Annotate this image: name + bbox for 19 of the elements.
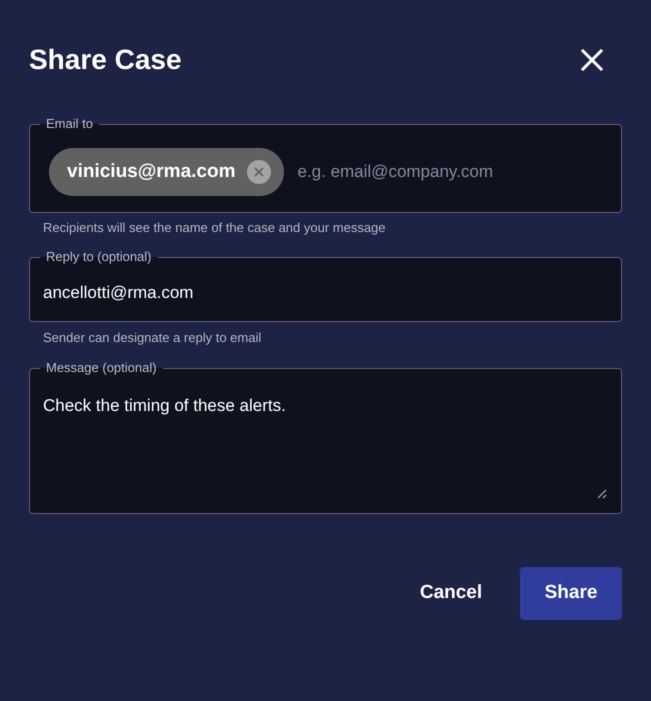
resize-handle-icon[interactable] xyxy=(597,489,607,499)
reply-to-input[interactable]: ancellotti@rma.com xyxy=(43,282,608,304)
cancel-button[interactable]: Cancel xyxy=(404,567,498,620)
reply-to-field[interactable]: Reply to (optional) ancellotti@rma.com xyxy=(29,249,622,322)
message-input[interactable]: Check the timing of these alerts. xyxy=(43,395,608,491)
dialog-title: Share Case xyxy=(29,43,182,77)
chip-label: vinicius@rma.com xyxy=(67,160,236,184)
clear-icon[interactable] xyxy=(247,160,272,184)
field-label: Reply to (optional) xyxy=(45,249,152,265)
field-label: Message (optional) xyxy=(45,360,158,376)
email-to-field[interactable]: Email to vinicius@rma.com e.g. email@company.com xyxy=(29,116,622,213)
message-field[interactable]: Message (optional) Check the timing of these alerts. xyxy=(29,360,622,514)
helper-text: Recipients will see the name of the case and your message xyxy=(43,220,387,236)
helper-text: Sender can designate a reply to email xyxy=(43,330,262,346)
email-chip[interactable]: vinicius@rma.com xyxy=(49,148,284,196)
share-button[interactable]: Share xyxy=(520,567,622,620)
email-input[interactable]: e.g. email@company.com xyxy=(297,159,607,185)
field-label: Email to xyxy=(45,116,94,132)
close-icon xyxy=(581,49,603,71)
